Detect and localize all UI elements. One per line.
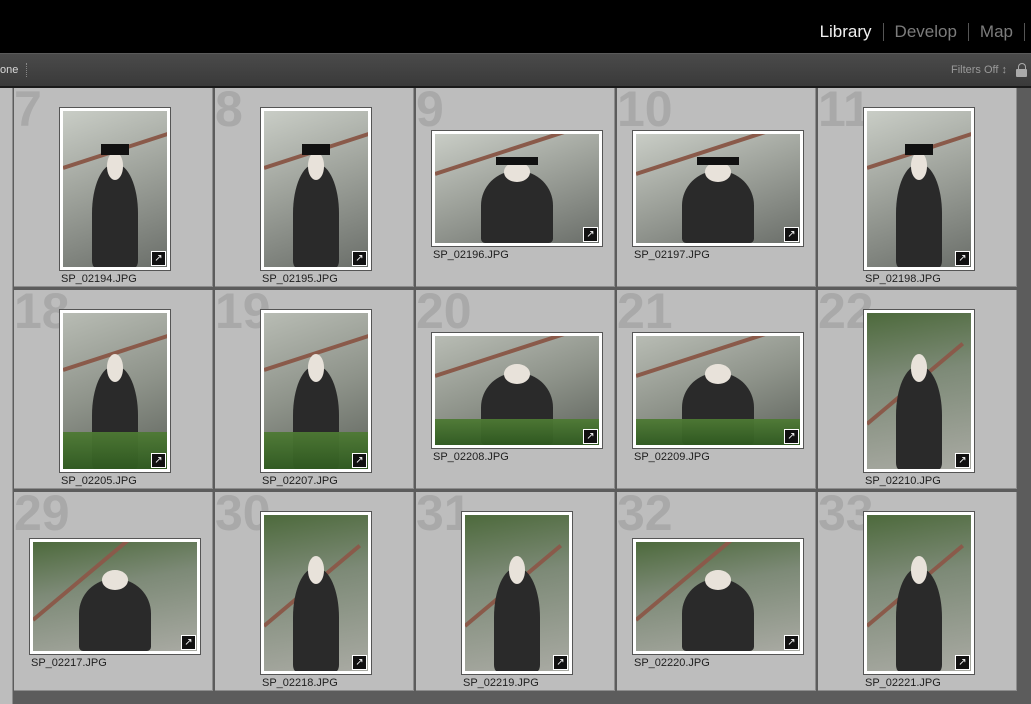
drag-handle[interactable] — [26, 63, 29, 77]
photo-image — [264, 111, 368, 267]
grid-cell[interactable]: 22 ↗ SP_02210.JPG — [818, 290, 1017, 489]
photo-image — [636, 134, 800, 243]
photo-thumbnail[interactable]: ↗ — [461, 511, 573, 675]
filename-label: SP_02197.JPG — [634, 249, 710, 261]
cell-index-number: 21 — [617, 290, 673, 339]
module-develop[interactable]: Develop — [884, 22, 968, 42]
photo-thumbnail[interactable]: ↗ — [431, 130, 603, 247]
photo-thumbnail[interactable]: ↗ — [431, 332, 603, 449]
cell-index-number: 10 — [617, 88, 673, 137]
thumbnail-grid: 7 ↗ SP_02194.JPG 8 ↗ SP_02195.JPG 9 ↗ SP_02196.J… — [0, 88, 1031, 704]
grid-cell[interactable]: 18 ↗ SP_02205.JPG — [14, 290, 213, 489]
photo-thumbnail[interactable]: ↗ — [632, 538, 804, 655]
grid-cell[interactable]: 10 ↗ SP_02197.JPG — [617, 88, 816, 287]
photo-image — [867, 313, 971, 469]
photo-image — [264, 515, 368, 671]
develop-adjusted-icon[interactable]: ↗ — [955, 251, 970, 266]
photo-image — [264, 313, 368, 469]
filename-label: SP_02210.JPG — [865, 475, 941, 487]
develop-adjusted-icon[interactable]: ↗ — [352, 251, 367, 266]
module-separator — [1024, 23, 1025, 41]
photo-image — [33, 542, 197, 651]
grid-cell[interactable]: 31 ↗ SP_02219.JPG — [416, 492, 615, 691]
module-library[interactable]: Library — [809, 22, 883, 42]
lock-icon[interactable] — [1016, 63, 1027, 77]
filename-label: SP_02194.JPG — [61, 273, 137, 285]
develop-adjusted-icon[interactable]: ↗ — [151, 251, 166, 266]
grid-cell[interactable]: 11 ↗ SP_02198.JPG — [818, 88, 1017, 287]
grid-cell[interactable]: 7 ↗ SP_02194.JPG — [14, 88, 213, 287]
cell-index-number: 7 — [14, 88, 42, 137]
cell-index-number: 8 — [215, 88, 243, 137]
filter-bar-left-label[interactable]: one — [0, 64, 18, 76]
photo-image — [867, 111, 971, 267]
module-bar: Library Develop Map — [0, 0, 1031, 53]
filename-label: SP_02198.JPG — [865, 273, 941, 285]
photo-image — [636, 336, 800, 445]
photo-thumbnail[interactable]: ↗ — [632, 130, 804, 247]
filename-label: SP_02217.JPG — [31, 657, 107, 669]
photo-image — [63, 313, 167, 469]
photo-thumbnail[interactable]: ↗ — [863, 511, 975, 675]
photo-image — [867, 515, 971, 671]
develop-adjusted-icon[interactable]: ↗ — [784, 429, 799, 444]
filename-label: SP_02207.JPG — [262, 475, 338, 487]
filename-label: SP_02205.JPG — [61, 475, 137, 487]
develop-adjusted-icon[interactable]: ↗ — [784, 635, 799, 650]
photo-image — [465, 515, 569, 671]
photo-thumbnail[interactable]: ↗ — [29, 538, 201, 655]
filename-label: SP_02209.JPG — [634, 451, 710, 463]
grid-cell[interactable]: 9 ↗ SP_02196.JPG — [416, 88, 615, 287]
module-map[interactable]: Map — [969, 22, 1024, 42]
filename-label: SP_02196.JPG — [433, 249, 509, 261]
photo-image — [63, 111, 167, 267]
photo-thumbnail[interactable]: ↗ — [863, 309, 975, 473]
develop-adjusted-icon[interactable]: ↗ — [352, 453, 367, 468]
filter-bar: one Filters Off ↕ — [0, 53, 1031, 87]
filename-label: SP_02218.JPG — [262, 677, 338, 689]
develop-adjusted-icon[interactable]: ↗ — [181, 635, 196, 650]
develop-adjusted-icon[interactable]: ↗ — [955, 655, 970, 670]
filename-label: SP_02221.JPG — [865, 677, 941, 689]
grid-cell[interactable]: 30 ↗ SP_02218.JPG — [215, 492, 414, 691]
filename-label: SP_02219.JPG — [463, 677, 539, 689]
photo-thumbnail[interactable]: ↗ — [260, 309, 372, 473]
cell-index-number: 32 — [617, 492, 673, 541]
photo-thumbnail[interactable]: ↗ — [260, 511, 372, 675]
filters-off-dropdown[interactable]: Filters Off ↕ — [951, 64, 1007, 76]
photo-thumbnail[interactable]: ↗ — [863, 107, 975, 271]
grid-cell[interactable]: 32 ↗ SP_02220.JPG — [617, 492, 816, 691]
filename-label: SP_02195.JPG — [262, 273, 338, 285]
photo-thumbnail[interactable]: ↗ — [59, 107, 171, 271]
photo-image — [435, 134, 599, 243]
develop-adjusted-icon[interactable]: ↗ — [352, 655, 367, 670]
grid-cell[interactable]: 33 ↗ SP_02221.JPG — [818, 492, 1017, 691]
grid-cell[interactable]: 19 ↗ SP_02207.JPG — [215, 290, 414, 489]
develop-adjusted-icon[interactable]: ↗ — [583, 429, 598, 444]
filename-label: SP_02208.JPG — [433, 451, 509, 463]
develop-adjusted-icon[interactable]: ↗ — [151, 453, 166, 468]
develop-adjusted-icon[interactable]: ↗ — [784, 227, 799, 242]
photo-thumbnail[interactable]: ↗ — [59, 309, 171, 473]
develop-adjusted-icon[interactable]: ↗ — [553, 655, 568, 670]
photo-thumbnail[interactable]: ↗ — [632, 332, 804, 449]
cell-index-number: 20 — [416, 290, 472, 339]
grid-cell[interactable]: 20 ↗ SP_02208.JPG — [416, 290, 615, 489]
photo-image — [636, 542, 800, 651]
grid-cell[interactable]: 21 ↗ SP_02209.JPG — [617, 290, 816, 489]
grid-left-edge — [0, 88, 13, 704]
filename-label: SP_02220.JPG — [634, 657, 710, 669]
module-picker: Library Develop Map — [809, 20, 1025, 44]
grid-cell[interactable]: 29 ↗ SP_02217.JPG — [14, 492, 213, 691]
develop-adjusted-icon[interactable]: ↗ — [583, 227, 598, 242]
photo-thumbnail[interactable]: ↗ — [260, 107, 372, 271]
cell-index-number: 29 — [14, 492, 70, 541]
develop-adjusted-icon[interactable]: ↗ — [955, 453, 970, 468]
photo-image — [435, 336, 599, 445]
cell-index-number: 9 — [416, 88, 444, 137]
grid-cell[interactable]: 8 ↗ SP_02195.JPG — [215, 88, 414, 287]
